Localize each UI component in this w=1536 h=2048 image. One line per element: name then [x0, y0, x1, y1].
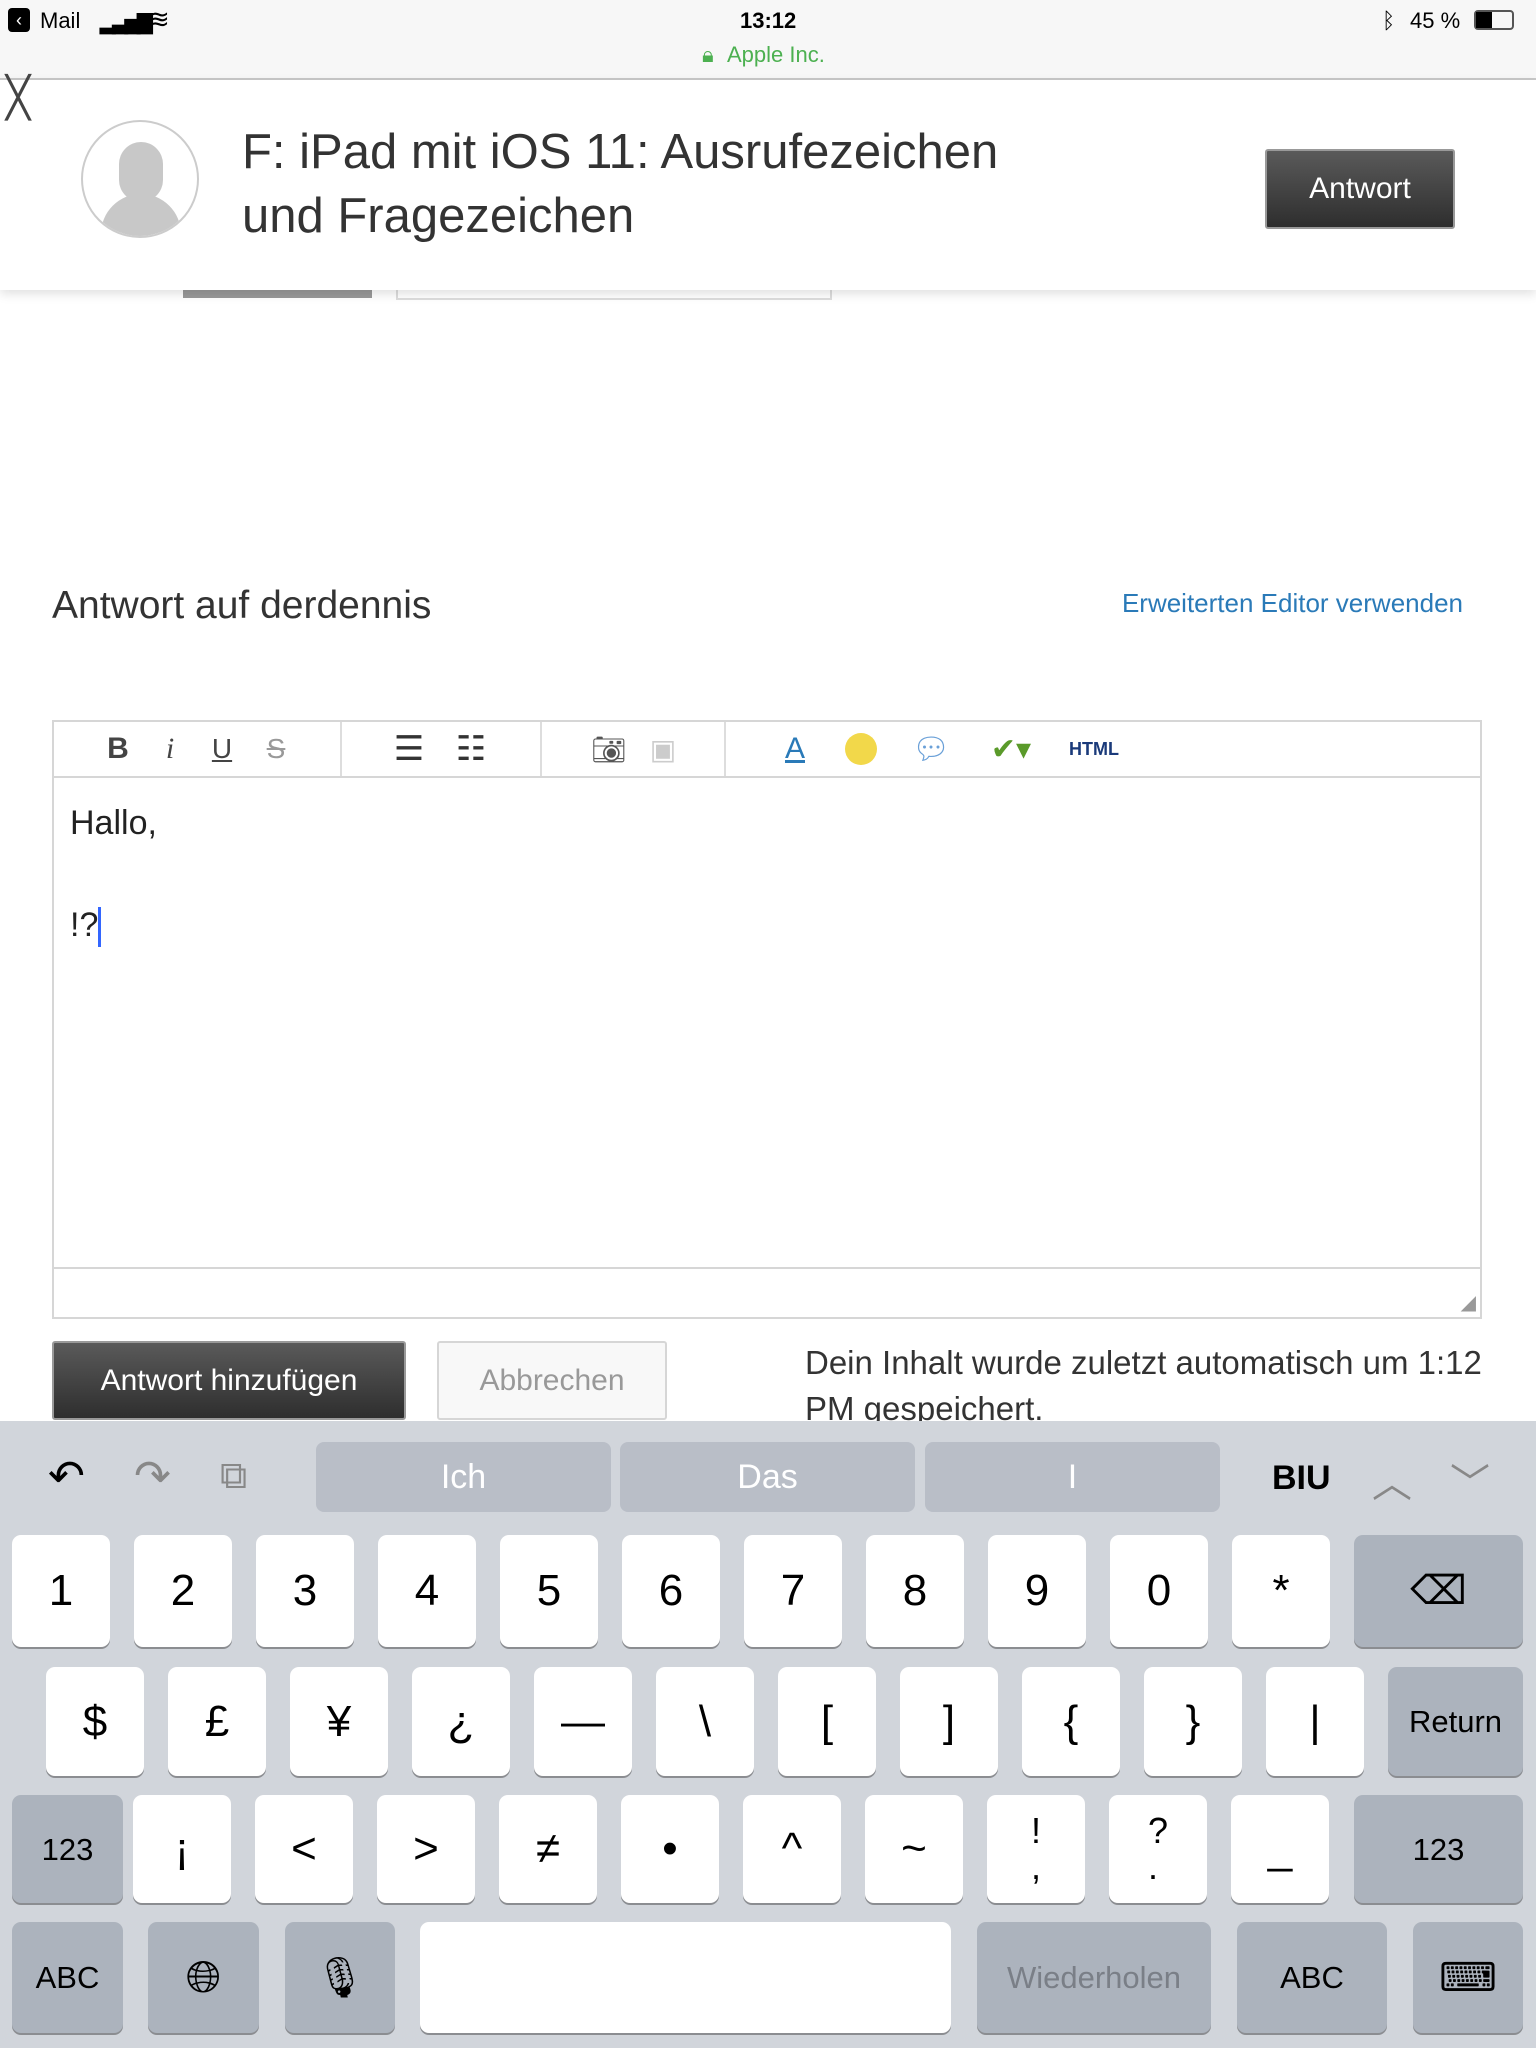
editor-line-1[interactable]: Hallo, [70, 804, 157, 843]
editor-line-2[interactable]: !? [70, 906, 102, 948]
globe-icon: 🌐︎ [185, 1952, 222, 2002]
key-2-row2[interactable]: ¥ [290, 1667, 388, 1776]
quote-icon[interactable]: 💬︎ [906, 722, 956, 776]
key-5-row3[interactable]: ^ [743, 1795, 841, 1903]
back-app-label[interactable]: Mail [40, 8, 80, 34]
suggestion-3[interactable]: I [925, 1442, 1220, 1512]
battery-percent: 45 % [1410, 8, 1461, 33]
bluetooth-icon: ᛒ [1382, 8, 1396, 33]
format-biu-button[interactable]: BIU [1272, 1459, 1331, 1498]
key-4-row1[interactable]: 5 [500, 1535, 598, 1647]
key-1-row2[interactable]: £ [168, 1667, 266, 1776]
key-10-row1[interactable]: * [1232, 1535, 1330, 1647]
key-9-row3[interactable]: _ [1231, 1795, 1329, 1903]
html-button[interactable]: HTML [1064, 722, 1124, 776]
camera-icon[interactable]: 📷︎ [584, 722, 634, 776]
numbers-mode-key-right[interactable]: 123 [1354, 1795, 1523, 1903]
redo-icon[interactable]: ↷ [134, 1451, 171, 1502]
resize-handle[interactable]: ◢ [1461, 1290, 1476, 1315]
paste-icon[interactable]: ⧉ [220, 1455, 247, 1498]
key-5-row1[interactable]: 6 [622, 1535, 720, 1647]
key-0-row3[interactable]: ¡ [133, 1795, 231, 1903]
underline-button[interactable]: U [202, 722, 242, 776]
cancel-button[interactable]: Abbrechen [437, 1341, 667, 1420]
key-8-row1[interactable]: 9 [988, 1535, 1086, 1647]
key-1-row3[interactable]: < [255, 1795, 353, 1903]
key-3-row2[interactable]: ¿ [412, 1667, 510, 1776]
numbers-mode-key-left[interactable]: 123 [12, 1795, 123, 1903]
chevron-up-icon[interactable]: ︿ [1372, 1451, 1412, 1509]
rich-text-editor: B i U S ☰ ☷ 📷︎ ▣ A 💬︎ ✔▾ HTML Hallo, !? … [52, 720, 1482, 1319]
editor-toolbar: B i U S ☰ ☷ 📷︎ ▣ A 💬︎ ✔▾ HTML [54, 722, 1480, 778]
key-6-row2[interactable]: [ [778, 1667, 876, 1776]
delete-icon: ⌫ [1410, 1569, 1467, 1613]
undo-icon[interactable]: ↶ [48, 1451, 85, 1502]
clock: 13:12 [740, 8, 797, 33]
key-0-row2[interactable]: $ [46, 1667, 144, 1776]
text-cursor [98, 907, 102, 948]
key-2-row1[interactable]: 3 [256, 1535, 354, 1647]
site-label[interactable]: Apple Inc. [727, 42, 825, 68]
key-3-row3[interactable]: ≠ [499, 1795, 597, 1903]
bold-button[interactable]: B [98, 722, 138, 776]
bullet-list-icon[interactable]: ☰ [384, 722, 434, 776]
key-9-row2[interactable]: } [1144, 1667, 1242, 1776]
autosave-status: Dein Inhalt wurde zuletzt automatisch um… [805, 1344, 1482, 1427]
dictation-key[interactable]: 🎙︎ [285, 1922, 395, 2033]
key-6-row1[interactable]: 7 [744, 1535, 842, 1647]
return-key[interactable]: Return [1388, 1667, 1523, 1776]
signal-icon: ▂▃▅▇ [100, 12, 153, 34]
spellcheck-icon[interactable]: ✔▾ [976, 722, 1046, 776]
key-4-row3[interactable]: • [621, 1795, 719, 1903]
reply-button[interactable]: Antwort [1265, 149, 1455, 229]
keyboard-hide-icon: ⌨︎ [1439, 1955, 1497, 2000]
advanced-editor-link[interactable]: Erweiterten Editor verwenden [1122, 588, 1463, 619]
redo-key[interactable]: Wiederholen [977, 1922, 1211, 2033]
add-reply-button[interactable]: Antwort hinzufügen [52, 1341, 406, 1420]
backspace-key[interactable]: ⌫ [1354, 1535, 1523, 1647]
avatar [81, 120, 199, 238]
key-8-row3[interactable]: ? . [1109, 1795, 1207, 1903]
question-header: ╳ F: iPad mit iOS 11: Ausrufezeichen und… [0, 78, 1536, 290]
strikethrough-button[interactable]: S [256, 722, 296, 776]
key-0-row1[interactable]: 1 [12, 1535, 110, 1647]
font-color-icon[interactable]: A [770, 722, 820, 776]
wifi-icon: ≋ [148, 4, 170, 34]
key-2-row3[interactable]: > [377, 1795, 475, 1903]
key-9-row1[interactable]: 0 [1110, 1535, 1208, 1647]
emoji-icon[interactable] [836, 722, 886, 776]
lock-icon: 🔒︎ [702, 42, 714, 67]
key-7-row3[interactable]: ! , [987, 1795, 1085, 1903]
italic-button[interactable]: i [150, 722, 190, 776]
globe-key[interactable]: 🌐︎ [148, 1922, 259, 2033]
key-10-row2[interactable]: | [1266, 1667, 1364, 1776]
key-8-row2[interactable]: { [1022, 1667, 1120, 1776]
close-icon[interactable]: ╳ [6, 78, 30, 118]
video-icon[interactable]: ▣ [638, 722, 688, 776]
keyboard: ↶ ↷ ⧉ Ich Das I BIU ︿ ﹀ 1 2 3 4 5 6 7 8 9 0 * ⌫ $ £ ¥ ¿… [0, 1421, 1536, 2048]
key-3-row1[interactable]: 4 [378, 1535, 476, 1647]
key-4-row2[interactable]: — [534, 1667, 632, 1776]
battery-icon [1474, 10, 1514, 30]
editor-footer-divider [54, 1267, 1480, 1269]
suggestion-1[interactable]: Ich [316, 1442, 611, 1512]
chevron-down-icon[interactable]: ﹀ [1450, 1451, 1490, 1509]
key-7-row1[interactable]: 8 [866, 1535, 964, 1647]
key-5-row2[interactable]: \ [656, 1667, 754, 1776]
key-1-row1[interactable]: 2 [134, 1535, 232, 1647]
suggestion-2[interactable]: Das [620, 1442, 915, 1512]
question-title: F: iPad mit iOS 11: Ausrufezeichen und F… [242, 125, 999, 243]
status-bar: ‹ Mail ▂▃▅▇ ≋ 13:12 🔒︎ Apple Inc. ᛒ 45 % [0, 0, 1536, 80]
microphone-icon: 🎙︎ [314, 1956, 366, 2000]
abc-key-right[interactable]: ABC [1237, 1922, 1387, 2033]
dismiss-keyboard-key[interactable]: ⌨︎ [1413, 1922, 1523, 2033]
abc-key-left[interactable]: ABC [12, 1922, 123, 2033]
numbered-list-icon[interactable]: ☷ [446, 722, 496, 776]
key-6-row3[interactable]: ~ [865, 1795, 963, 1903]
key-7-row2[interactable]: ] [900, 1667, 998, 1776]
editor-line-text: !? [70, 906, 99, 944]
reply-heading: Antwort auf derdennis [52, 584, 432, 627]
back-icon[interactable]: ‹ [8, 8, 30, 32]
space-key[interactable] [420, 1922, 951, 2033]
